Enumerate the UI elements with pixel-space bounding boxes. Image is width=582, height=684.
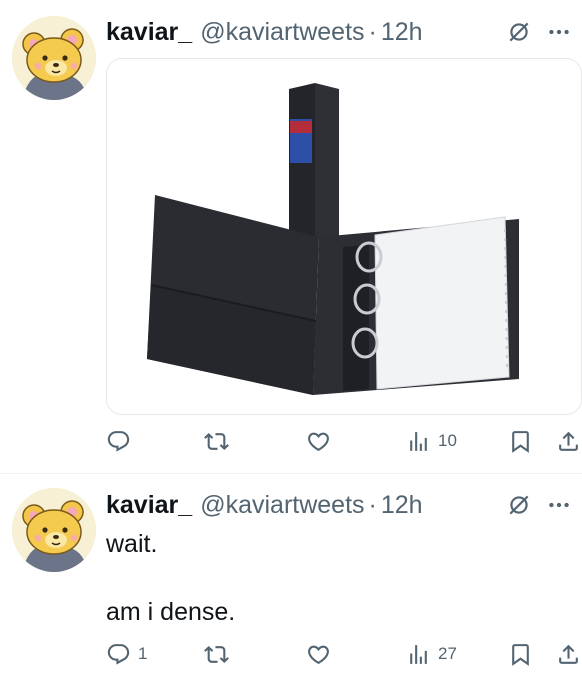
repost-icon [204,642,229,667]
reply-icon [106,429,131,454]
heart-icon [306,429,331,454]
action-bar: 1 27 [106,637,582,671]
bookmark-button[interactable] [508,637,533,671]
bookmark-icon [508,642,533,667]
tweet[interactable]: kaviar_ @kaviartweets · 12h 1 27 [0,474,582,684]
share-icon [556,429,581,454]
reply-button[interactable]: 1 [106,637,147,671]
binder-photo [107,59,581,414]
reply-icon [106,642,131,667]
views-count: 10 [438,431,457,450]
display-name[interactable]: kaviar_ [106,18,192,47]
separator-dot: · [368,490,377,519]
header-actions [506,492,572,518]
views-icon [406,642,431,667]
avatar-image [12,16,96,100]
tweet-text-line: am i dense. [106,598,236,626]
share-icon [556,642,581,667]
share-button[interactable] [556,424,581,458]
views-icon [406,429,431,454]
like-button[interactable] [306,424,338,458]
avatar[interactable] [12,16,96,100]
share-button[interactable] [556,637,581,671]
heart-icon [306,642,331,667]
more-icon[interactable] [546,19,572,45]
bookmark-icon [508,429,533,454]
display-name[interactable]: kaviar_ [106,491,192,520]
bookmark-button[interactable] [508,424,533,458]
repost-button[interactable] [204,424,236,458]
tweet-text-line: wait. [106,530,158,558]
timestamp[interactable]: 12h [381,18,423,47]
like-button[interactable] [306,637,338,671]
repost-icon [204,429,229,454]
header-actions [506,19,572,45]
separator-dot: · [368,17,377,46]
grok-icon[interactable] [506,19,532,45]
tweet-photo[interactable] [106,58,582,415]
action-bar: 10 [106,424,582,458]
tweet-header: kaviar_ @kaviartweets · 12h [106,15,572,49]
views-count: 27 [438,644,457,663]
timestamp[interactable]: 12h [381,491,423,520]
more-icon[interactable] [546,492,572,518]
views-button[interactable]: 27 [406,637,457,671]
views-button[interactable]: 10 [406,424,457,458]
handle[interactable]: @kaviartweets [200,491,364,520]
avatar[interactable] [12,488,96,572]
grok-icon[interactable] [506,492,532,518]
avatar-image [12,488,96,572]
handle[interactable]: @kaviartweets [200,18,364,47]
reply-button[interactable] [106,424,138,458]
tweet[interactable]: kaviar_ @kaviartweets · 12h 10 [0,0,582,474]
tweet-header: kaviar_ @kaviartweets · 12h [106,488,572,522]
repost-button[interactable] [204,637,236,671]
reply-count: 1 [138,644,148,663]
